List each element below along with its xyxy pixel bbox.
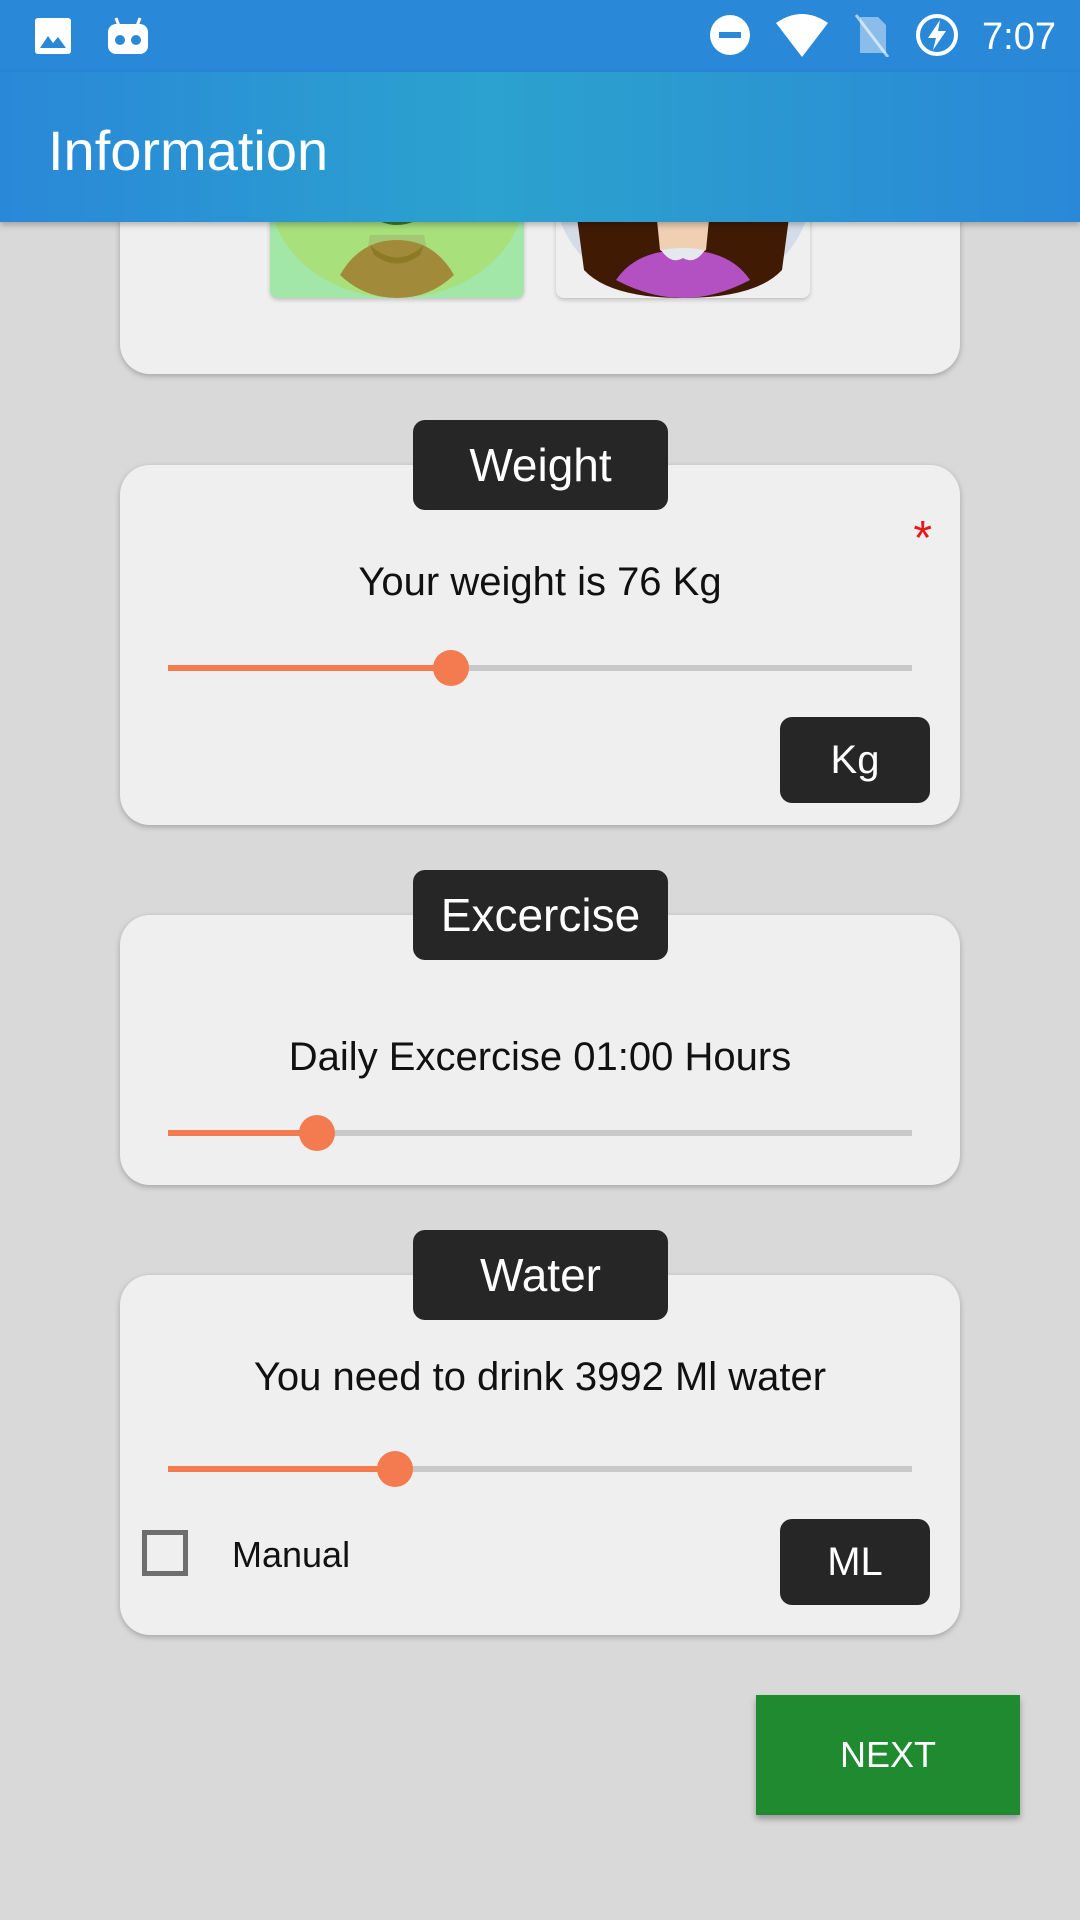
female-avatar-icon xyxy=(556,210,810,298)
weight-slider[interactable] xyxy=(168,648,912,688)
water-slider[interactable] xyxy=(168,1449,912,1489)
female-avatar-option[interactable] xyxy=(556,210,810,298)
do-not-disturb-icon xyxy=(708,13,752,62)
slider-thumb[interactable] xyxy=(376,1451,413,1487)
water-unit-button[interactable]: ML xyxy=(780,1519,930,1605)
required-asterisk: * xyxy=(913,512,932,565)
male-avatar-icon xyxy=(270,210,524,298)
slider-fill xyxy=(168,665,451,671)
no-sim-icon xyxy=(852,13,892,62)
water-card: You need to drink 3992 Ml water Manual M… xyxy=(120,1275,960,1635)
weight-card: * Your weight is 76 Kg Kg xyxy=(120,465,960,825)
weight-label-chip: Weight xyxy=(413,420,668,510)
water-label-chip: Water xyxy=(413,1230,668,1320)
water-text: You need to drink 3992 Ml water xyxy=(253,1355,827,1399)
status-bar: 7:07 xyxy=(0,0,1080,72)
exercise-label-chip: Excercise xyxy=(413,870,668,960)
slider-thumb[interactable] xyxy=(432,650,469,686)
next-button[interactable]: NEXT xyxy=(756,1695,1020,1815)
clock: 7:07 xyxy=(982,16,1056,58)
exercise-text: Daily Excercise 01:00 Hours xyxy=(288,1035,792,1079)
app-bar: Information xyxy=(0,72,1080,222)
wifi-icon xyxy=(774,13,830,62)
battery-charging-icon xyxy=(914,12,960,63)
image-icon xyxy=(34,17,72,60)
weight-unit-button[interactable]: Kg xyxy=(780,717,930,803)
manual-label: Manual xyxy=(232,1534,351,1575)
page-title: Information xyxy=(48,119,329,182)
male-avatar-option[interactable] xyxy=(270,210,524,298)
slider-thumb[interactable] xyxy=(298,1115,335,1151)
manual-checkbox[interactable] xyxy=(142,1530,188,1576)
slider-fill xyxy=(168,1130,317,1136)
weight-text: Your weight is 76 Kg xyxy=(358,560,722,604)
cyanogen-bot-icon xyxy=(106,16,150,61)
exercise-slider[interactable] xyxy=(168,1113,912,1153)
slider-fill xyxy=(168,1466,395,1472)
